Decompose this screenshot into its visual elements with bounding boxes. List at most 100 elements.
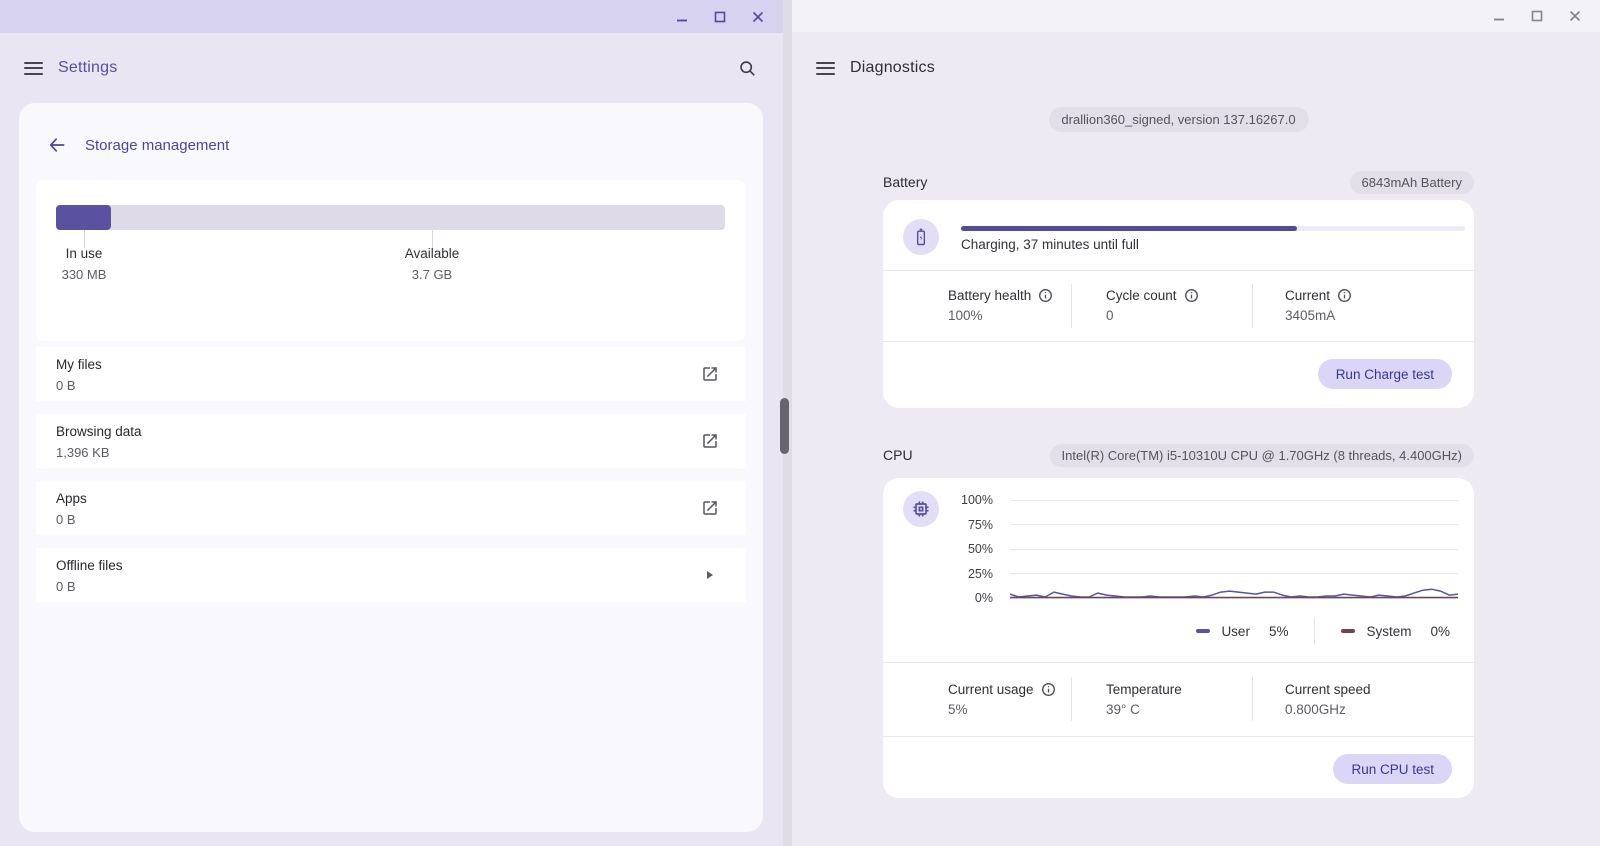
info-icon[interactable] bbox=[1038, 288, 1053, 303]
battery-chip: 6843mAh Battery bbox=[1350, 171, 1474, 194]
chevron-right-icon[interactable] bbox=[700, 565, 720, 585]
info-icon[interactable] bbox=[1337, 288, 1352, 303]
battery-section-title: Battery bbox=[883, 174, 927, 190]
available-value: 3.7 GB bbox=[405, 267, 460, 282]
stat-label: Current usage bbox=[948, 682, 1034, 697]
vertical-divider bbox=[1314, 618, 1315, 644]
user-series-swatch bbox=[1196, 629, 1210, 633]
close-button[interactable] bbox=[1568, 9, 1582, 23]
stat-current-usage: Current usage 5% bbox=[948, 682, 1071, 717]
row-offline-files[interactable]: Offline files 0 B bbox=[36, 548, 746, 602]
split-view-drag-handle[interactable] bbox=[780, 398, 789, 454]
legend-value: 0% bbox=[1430, 624, 1450, 639]
y-axis-tick: 100% bbox=[961, 493, 993, 507]
page-title: Storage management bbox=[85, 137, 229, 154]
row-size: 1,396 KB bbox=[56, 445, 110, 460]
settings-header: Settings bbox=[0, 33, 783, 103]
row-size: 0 B bbox=[56, 512, 76, 527]
system-series-swatch bbox=[1341, 629, 1355, 633]
stat-label: Battery health bbox=[948, 288, 1031, 303]
stat-battery-health: Battery health 100% bbox=[948, 288, 1071, 323]
y-axis-tick: 50% bbox=[968, 542, 993, 556]
stat-cycle-count: Cycle count 0 bbox=[1072, 288, 1252, 323]
minimize-button[interactable] bbox=[1492, 9, 1506, 23]
external-link-icon[interactable] bbox=[700, 364, 720, 384]
storage-bar bbox=[56, 205, 725, 230]
battery-stats-row: Battery health 100% Cycle count bbox=[883, 270, 1474, 341]
available-label: Available bbox=[405, 246, 460, 261]
cpu-stats-row: Current usage 5% Temperature 39° C bbox=[883, 662, 1474, 736]
storage-bar-fill bbox=[56, 205, 111, 230]
diagnostics-window: Diagnostics drallion360_signed, version … bbox=[792, 0, 1600, 846]
in-use-label: In use bbox=[62, 246, 107, 261]
storage-page-header: Storage management bbox=[19, 131, 229, 159]
stat-label: Current speed bbox=[1285, 682, 1371, 697]
row-size: 0 B bbox=[56, 378, 76, 393]
row-title: Apps bbox=[56, 491, 87, 506]
row-browsing-data[interactable]: Browsing data 1,396 KB bbox=[36, 414, 746, 468]
stat-current: Current 3405mA bbox=[1253, 288, 1474, 323]
board-version-chip: drallion360_signed, version 137.16267.0 bbox=[1048, 107, 1308, 132]
search-icon[interactable] bbox=[733, 54, 761, 82]
minimize-button[interactable] bbox=[675, 10, 689, 24]
legend-value: 5% bbox=[1269, 624, 1289, 639]
cpu-chip: Intel(R) Core(TM) i5-10310U CPU @ 1.70GH… bbox=[1050, 444, 1474, 467]
close-button[interactable] bbox=[751, 10, 765, 24]
legend-label: System bbox=[1366, 624, 1411, 639]
run-cpu-test-button[interactable]: Run CPU test bbox=[1333, 754, 1452, 784]
divider bbox=[883, 736, 1474, 737]
in-use-value: 330 MB bbox=[62, 267, 107, 282]
row-apps[interactable]: Apps 0 B bbox=[36, 481, 746, 535]
stat-label: Current bbox=[1285, 288, 1330, 303]
row-title: Browsing data bbox=[56, 424, 142, 439]
menu-icon[interactable] bbox=[816, 62, 835, 75]
cpu-usage-chart bbox=[1010, 488, 1458, 612]
cpu-section-header: CPU Intel(R) Core(TM) i5-10310U CPU @ 1.… bbox=[883, 443, 1474, 467]
battery-charge-bar bbox=[961, 226, 1465, 231]
stat-value: 0.800GHz bbox=[1285, 702, 1474, 717]
row-title: My files bbox=[56, 357, 102, 372]
info-icon[interactable] bbox=[1184, 288, 1199, 303]
stat-label: Cycle count bbox=[1106, 288, 1177, 303]
info-icon[interactable] bbox=[1041, 682, 1056, 697]
desktop: Settings Storage management bbox=[0, 0, 1600, 846]
cpu-icon-badge bbox=[903, 491, 939, 527]
storage-summary-card: In use 330 MB Available 3.7 GB bbox=[36, 180, 746, 341]
battery-charge-fill bbox=[961, 226, 1297, 231]
cpu-card: 100% 75% 50% 25% 0% User 5% System bbox=[883, 478, 1474, 798]
legend-user: User 5% bbox=[1196, 624, 1288, 639]
cpu-chart-legend: User 5% System 0% bbox=[1196, 619, 1450, 643]
legend-system: System 0% bbox=[1341, 624, 1450, 639]
stat-value: 100% bbox=[948, 308, 1071, 323]
back-arrow-icon[interactable] bbox=[43, 131, 71, 159]
in-use-label-group: In use 330 MB bbox=[62, 246, 107, 282]
maximize-button[interactable] bbox=[1530, 9, 1544, 23]
cpu-chip-icon bbox=[911, 499, 931, 519]
y-axis-tick: 0% bbox=[975, 591, 993, 605]
row-my-files[interactable]: My files 0 B bbox=[36, 347, 746, 401]
stat-value: 3405mA bbox=[1285, 308, 1474, 323]
stat-current-speed: Current speed 0.800GHz bbox=[1253, 682, 1474, 717]
battery-section-header: Battery 6843mAh Battery bbox=[883, 170, 1474, 194]
settings-window: Settings Storage management bbox=[0, 0, 783, 846]
battery-card: Charging, 37 minutes until full Battery … bbox=[883, 200, 1474, 408]
settings-titlebar bbox=[0, 0, 783, 33]
divider bbox=[883, 341, 1474, 342]
diagnostics-header: Diagnostics bbox=[792, 33, 1600, 103]
row-title: Offline files bbox=[56, 558, 123, 573]
maximize-button[interactable] bbox=[713, 10, 727, 24]
battery-status-text: Charging, 37 minutes until full bbox=[961, 237, 1139, 252]
diagnostics-titlebar bbox=[792, 0, 1600, 33]
stat-value: 5% bbox=[948, 702, 1071, 717]
row-size: 0 B bbox=[56, 579, 76, 594]
run-charge-test-button[interactable]: Run Charge test bbox=[1318, 359, 1452, 389]
external-link-icon[interactable] bbox=[700, 431, 720, 451]
menu-icon[interactable] bbox=[24, 62, 43, 75]
stat-value: 39° C bbox=[1106, 702, 1252, 717]
battery-charging-icon bbox=[911, 227, 931, 247]
external-link-icon[interactable] bbox=[700, 498, 720, 518]
stat-value: 0 bbox=[1106, 308, 1252, 323]
available-label-group: Available 3.7 GB bbox=[405, 246, 460, 282]
y-axis-tick: 25% bbox=[968, 567, 993, 581]
settings-app-title: Settings bbox=[58, 59, 117, 77]
